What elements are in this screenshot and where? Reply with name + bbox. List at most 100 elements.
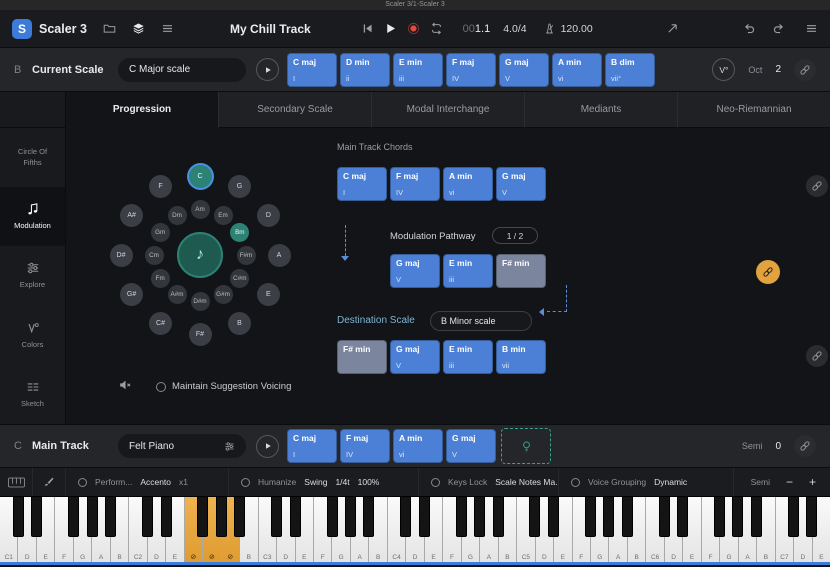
skip-back-icon[interactable] [361, 22, 374, 35]
piano-key-gs2[interactable] [215, 497, 227, 537]
piano-key-cs2[interactable] [142, 497, 154, 537]
piano-key-ds5[interactable] [547, 497, 559, 537]
sidebar-item-circle-of-fifths[interactable]: Circle Of Fifths [0, 128, 65, 187]
cof-note-gs[interactable]: G# [120, 283, 144, 306]
chord-tile-c-maj[interactable]: C maj I [287, 429, 337, 463]
chord-suggestion-slot[interactable] [501, 428, 551, 464]
cof-note-g[interactable]: G [228, 175, 251, 199]
chord-tile-g-maj[interactable]: G maj V [496, 167, 546, 201]
redo-icon[interactable] [772, 22, 785, 35]
piano-key-gs1[interactable] [86, 497, 98, 537]
cof-note-b[interactable]: B [228, 311, 251, 335]
piano-key-as4[interactable] [492, 497, 504, 537]
cof-note-as[interactable]: A# [120, 204, 144, 227]
cof-minor-gsm[interactable]: G#m [213, 285, 233, 305]
piano-key-fs6[interactable] [713, 497, 725, 537]
cof-minor-cm[interactable]: Cm [144, 245, 164, 265]
play-icon[interactable] [384, 22, 397, 35]
piano-key-gs5[interactable] [603, 497, 615, 537]
tab-mediants[interactable]: Mediants [525, 92, 678, 128]
chord-tile-f-maj[interactable]: F maj IV [446, 52, 496, 87]
destination-link-button[interactable] [806, 345, 828, 367]
cof-note-c[interactable]: C [188, 164, 212, 188]
main-chords-link-button[interactable] [806, 175, 828, 197]
piano-key-ds6[interactable] [676, 497, 688, 537]
list-icon[interactable] [161, 22, 174, 35]
track-play-button[interactable] [256, 434, 279, 458]
instrument-selector[interactable]: Felt Piano [118, 434, 246, 458]
cof-note-e[interactable]: E [256, 283, 280, 306]
sidebar-item-colors[interactable]: Colors [0, 306, 65, 365]
piano-key-as6[interactable] [750, 497, 762, 537]
chord-tile-b-min[interactable]: B min vii [496, 340, 546, 374]
maintain-voicing-radio[interactable] [156, 382, 166, 392]
tab-progression[interactable]: Progression [66, 92, 219, 128]
tab-neo-riemannian[interactable]: Neo-Riemannian [678, 92, 830, 128]
cof-minor-dsm[interactable]: D#m [190, 291, 210, 311]
chord-tile-a-min[interactable]: A min vi [443, 167, 493, 201]
semi-value[interactable]: 0 [775, 441, 781, 452]
export-icon[interactable] [666, 22, 679, 35]
piano-key-ds3[interactable] [289, 497, 301, 537]
pathway-page-indicator[interactable]: 1 / 2 [492, 227, 538, 244]
tab-modal-interchange[interactable]: Modal Interchange [372, 92, 525, 128]
semi-minus-button[interactable]: − [786, 475, 793, 489]
chord-tile-e-min[interactable]: E min iii [443, 254, 493, 288]
sidebar-item-modulation[interactable]: Modulation [0, 187, 65, 247]
radio-icon[interactable] [241, 477, 250, 487]
piano-key-cs5[interactable] [529, 497, 541, 537]
cof-minor-bm[interactable]: Bm [230, 222, 250, 242]
cof-note-d[interactable]: D [256, 204, 280, 227]
speaker-mute-icon[interactable] [118, 378, 132, 392]
radio-icon[interactable] [78, 477, 87, 487]
pathway-link-button[interactable] [756, 260, 780, 284]
cof-minor-gm[interactable]: Gm [150, 222, 170, 242]
chord-tile-d-min[interactable]: D min ii [340, 52, 390, 87]
cof-note-fs[interactable]: F# [188, 322, 212, 346]
piano-key-gs6[interactable] [732, 497, 744, 537]
cof-center[interactable]: ♪ [177, 232, 223, 278]
semi-plus-button[interactable]: + [809, 475, 816, 489]
piano-key-fs4[interactable] [455, 497, 467, 537]
piano-key-as2[interactable] [234, 497, 246, 537]
loop-icon[interactable] [430, 22, 443, 35]
piano-key-fs5[interactable] [584, 497, 596, 537]
cof-minor-fsm[interactable]: F#m [236, 245, 256, 265]
record-icon[interactable] [407, 22, 420, 35]
piano-key-ds2[interactable] [160, 497, 172, 537]
metronome-icon[interactable] [543, 22, 556, 35]
chord-tile-a-min[interactable]: A min vi [552, 52, 602, 87]
chord-tile-fs-min[interactable]: F# min [496, 254, 546, 288]
scale-play-button[interactable] [256, 58, 279, 81]
destination-scale-selector[interactable]: B Minor scale [430, 311, 532, 331]
chord-tile-c-maj[interactable]: C maj I [337, 167, 387, 201]
cof-note-cs[interactable]: C# [149, 311, 172, 335]
voicing-button[interactable]: V° [712, 58, 736, 81]
piano-key-as1[interactable] [105, 497, 117, 537]
piano-key-fs3[interactable] [326, 497, 338, 537]
presets-icon[interactable] [132, 22, 145, 35]
chord-tile-f-maj[interactable]: F maj IV [390, 167, 440, 201]
piano-key-cs3[interactable] [271, 497, 283, 537]
undo-icon[interactable] [743, 22, 756, 35]
menu-icon[interactable] [805, 22, 818, 35]
piano-key-ds1[interactable] [31, 497, 43, 537]
folder-icon[interactable] [103, 22, 116, 35]
track-title[interactable]: My Chill Track [230, 22, 311, 36]
cof-minor-am[interactable]: Am [190, 199, 210, 219]
chord-tile-g-maj[interactable]: G maj V [390, 254, 440, 288]
piano-key-as5[interactable] [621, 497, 633, 537]
chord-tile-a-min[interactable]: A min vi [393, 429, 443, 463]
piano-key-cs4[interactable] [400, 497, 412, 537]
cof-note-ds[interactable]: D# [109, 243, 133, 267]
oct-value[interactable]: 2 [775, 64, 781, 75]
cof-minor-csm[interactable]: C#m [230, 268, 250, 288]
chord-tile-c-maj[interactable]: C maj I [287, 52, 337, 87]
brush-icon[interactable] [33, 468, 66, 496]
chord-tile-g-maj[interactable]: G maj V [446, 429, 496, 463]
cof-note-f[interactable]: F [149, 175, 172, 199]
position-display[interactable]: 001.1 [463, 23, 491, 35]
chord-tile-b-dim[interactable]: B dim vii° [605, 52, 655, 87]
piano-key-gs4[interactable] [474, 497, 486, 537]
cof-note-a[interactable]: A [267, 243, 291, 267]
